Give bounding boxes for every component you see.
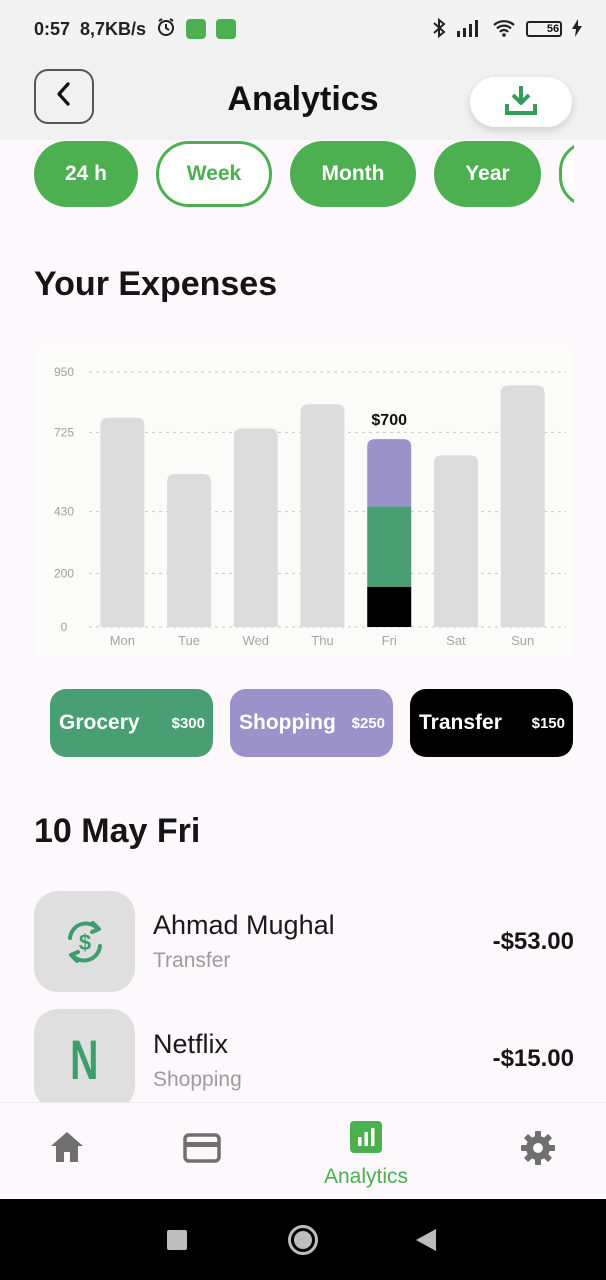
expenses-chart: 0 200 430 725 950 Mon Tue Wed Thu $700 Fri Sat Sun xyxy=(34,345,574,657)
category-name: Grocery xyxy=(59,711,140,734)
bar xyxy=(100,417,145,627)
bar xyxy=(433,455,478,627)
bar xyxy=(300,404,345,627)
period-chip-year[interactable]: Year xyxy=(434,141,541,207)
category-name: Transfer xyxy=(419,711,502,734)
period-chip-month[interactable]: Month xyxy=(290,141,416,207)
transaction-row[interactable]: $ Ahmad Mughal Transfer -$53.00 xyxy=(34,891,574,992)
netflix-icon: N xyxy=(34,1009,135,1102)
category-shopping[interactable]: Shopping $250 xyxy=(230,689,393,757)
y-tick-label: 725 xyxy=(54,425,74,439)
category-amount: $150 xyxy=(531,714,565,732)
nav-settings[interactable] xyxy=(520,1130,556,1171)
y-tick-label: 0 xyxy=(61,620,68,634)
transaction-amount: -$53.00 xyxy=(492,927,574,955)
bottom-navigation: Analytics xyxy=(0,1102,606,1199)
period-chip-24h[interactable]: 24 h xyxy=(34,141,138,207)
settings-icon xyxy=(520,1130,556,1171)
transaction-amount: -$15.00 xyxy=(492,1045,574,1072)
home-icon xyxy=(49,1130,85,1169)
app-notification-icon xyxy=(216,19,237,39)
bar xyxy=(500,385,545,627)
x-tick-label: Thu xyxy=(311,633,333,648)
transaction-category: Transfer xyxy=(153,949,231,972)
day-title: 10 May Fri xyxy=(34,812,201,850)
status-time: 0:57 xyxy=(34,18,71,39)
nav-analytics[interactable]: Analytics xyxy=(324,1120,408,1189)
expenses-title: Your Expenses xyxy=(34,265,278,303)
category-amount: $250 xyxy=(351,714,385,732)
x-tick-label: Tue xyxy=(178,633,200,648)
analytics-icon xyxy=(349,1120,383,1159)
back-button[interactable] xyxy=(34,69,94,124)
page-title: Analytics xyxy=(227,79,379,118)
chevron-left-icon xyxy=(54,81,74,112)
netflix-letter: N xyxy=(70,1028,99,1091)
recents-button[interactable] xyxy=(167,1230,187,1255)
transaction-category: Shopping xyxy=(153,1068,242,1091)
system-navigation-bar xyxy=(0,1199,606,1280)
home-button[interactable] xyxy=(287,1224,319,1261)
category-legend: Grocery $300 Shopping $250 Transfer $150 xyxy=(50,689,573,757)
back-system-button[interactable] xyxy=(415,1228,437,1257)
bar-value-label: $700 xyxy=(371,412,407,429)
period-chip-week[interactable]: Week xyxy=(156,141,272,207)
signal-icon xyxy=(456,19,482,40)
circle-icon xyxy=(287,1225,319,1260)
wifi-icon xyxy=(492,18,516,41)
category-grocery[interactable]: Grocery $300 xyxy=(50,689,213,757)
app-header: Analytics xyxy=(0,58,606,140)
expenses-bar-chart: 0 200 430 725 950 Mon Tue Wed Thu $700 Fri Sat Sun xyxy=(54,365,566,648)
status-bar: 0:57 8,7KB/s 56 xyxy=(0,0,606,58)
transaction-name: Netflix xyxy=(153,1029,229,1059)
category-name: Shopping xyxy=(239,711,336,734)
transaction-name: Ahmad Mughal xyxy=(153,910,335,940)
bar xyxy=(233,428,278,627)
bar xyxy=(167,474,212,627)
bar-segment xyxy=(367,506,412,587)
nav-analytics-label: Analytics xyxy=(324,1165,409,1188)
transaction-row[interactable]: N Netflix Shopping -$15.00 xyxy=(34,1009,574,1102)
svg-text:$: $ xyxy=(78,930,90,955)
nav-cards[interactable] xyxy=(183,1133,221,1168)
download-icon xyxy=(504,84,538,121)
alarm-icon xyxy=(156,17,176,42)
y-tick-label: 430 xyxy=(54,505,74,519)
category-transfer[interactable]: Transfer $150 xyxy=(410,689,573,757)
y-tick-label: 200 xyxy=(54,566,74,580)
bar-segment xyxy=(367,439,412,507)
battery-level: 56 xyxy=(546,23,560,35)
square-icon xyxy=(167,1230,187,1254)
x-tick-label: Sat xyxy=(446,633,466,648)
x-tick-label: Fri xyxy=(382,633,397,648)
y-tick-label: 950 xyxy=(54,365,74,379)
card-icon xyxy=(183,1133,221,1168)
battery-icon: 56 xyxy=(526,21,562,37)
bar-segment xyxy=(367,586,412,627)
period-chip-more[interactable] xyxy=(559,141,574,207)
app-notification-icon xyxy=(186,19,207,39)
status-net-speed: 8,7KB/s xyxy=(80,18,147,39)
charging-icon xyxy=(572,18,582,40)
x-tick-label: Wed xyxy=(243,633,269,648)
nav-home[interactable] xyxy=(49,1130,85,1169)
triangle-back-icon xyxy=(415,1229,437,1256)
category-amount: $300 xyxy=(171,714,205,732)
period-selector: 24 h Week Month Year xyxy=(34,141,574,209)
download-button[interactable] xyxy=(470,77,572,127)
bluetooth-icon xyxy=(432,17,446,41)
x-tick-label: Sun xyxy=(511,633,534,648)
x-tick-label: Mon xyxy=(110,633,135,648)
transfer-dollar-icon: $ xyxy=(34,891,135,992)
